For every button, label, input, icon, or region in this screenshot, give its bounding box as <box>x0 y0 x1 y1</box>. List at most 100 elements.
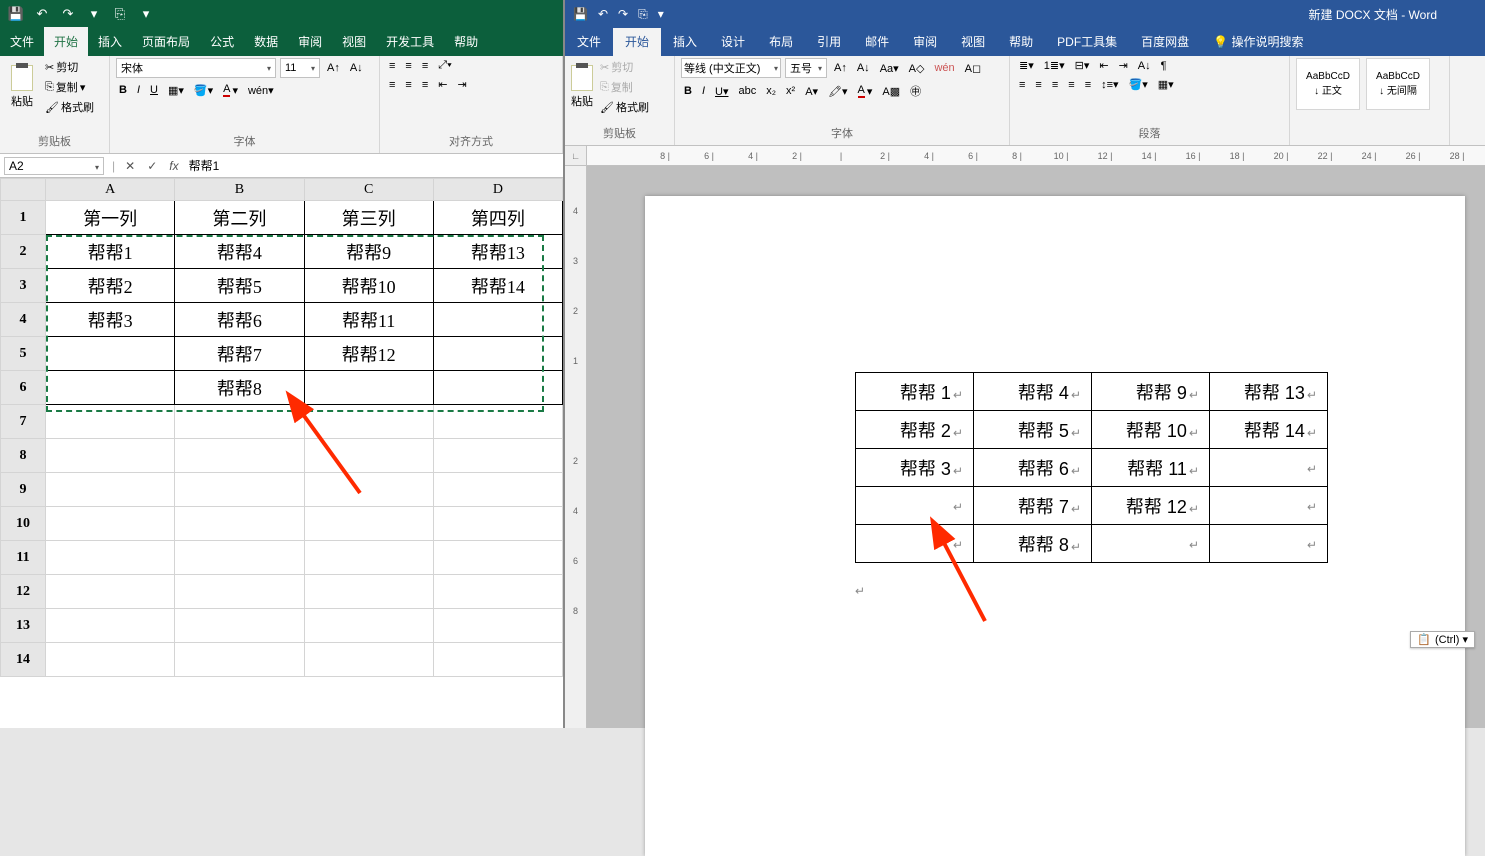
select-all-corner[interactable] <box>1 179 46 201</box>
orientation-icon[interactable]: ⤢▾ <box>435 58 454 73</box>
align-mid-icon[interactable]: ≡ <box>402 59 414 73</box>
col-header[interactable]: A <box>46 179 175 201</box>
row-header[interactable]: 4 <box>1 303 46 337</box>
distribute-icon[interactable]: ≡ <box>1082 78 1094 92</box>
cell[interactable] <box>46 575 175 609</box>
cancel-icon[interactable]: ✕ <box>119 159 141 173</box>
cell[interactable] <box>46 643 175 677</box>
qat-custom-icon[interactable]: ⎘ <box>112 6 128 22</box>
highlight-icon[interactable]: 🖍▾ <box>825 84 851 99</box>
word-cell[interactable]: 帮帮 7↵ <box>974 487 1092 525</box>
tab-help[interactable]: 帮助 <box>997 27 1045 56</box>
col-header[interactable]: C <box>304 179 433 201</box>
word-cell[interactable]: 帮帮 4↵ <box>974 373 1092 411</box>
phonetic-button[interactable]: wén▾ <box>245 83 277 98</box>
cell[interactable] <box>175 473 304 507</box>
cell[interactable] <box>175 439 304 473</box>
cell[interactable] <box>175 541 304 575</box>
shrink-font-icon[interactable]: A↓ <box>854 61 873 75</box>
redo-icon[interactable]: ↷ <box>60 6 76 22</box>
tab-insert[interactable]: 插入 <box>88 27 132 56</box>
qat-more-icon[interactable]: ▾ <box>86 6 102 22</box>
formula-input[interactable]: 帮帮1 <box>185 157 563 174</box>
paste-button[interactable]: 粘贴 <box>6 65 38 109</box>
cell[interactable] <box>433 473 562 507</box>
cell[interactable] <box>46 473 175 507</box>
copy-button[interactable]: ⎘ 复制 <box>597 78 652 96</box>
border-button[interactable]: ▦▾ <box>165 83 187 98</box>
align-right-icon[interactable]: ≡ <box>419 78 431 92</box>
cell[interactable] <box>433 507 562 541</box>
style-normal[interactable]: AaBbCcD ↓ 正文 <box>1296 58 1360 110</box>
strike-button[interactable]: abc <box>735 84 759 98</box>
undo-icon[interactable]: ↶ <box>34 6 50 22</box>
bold-button[interactable]: B <box>116 83 130 97</box>
tab-layout[interactable]: 布局 <box>757 27 805 56</box>
tab-baidu[interactable]: 百度网盘 <box>1129 27 1201 56</box>
font-color-icon[interactable]: A▾ <box>855 83 876 99</box>
style-nospacing[interactable]: AaBbCcD ↓ 无间隔 <box>1366 58 1430 110</box>
cell[interactable] <box>433 439 562 473</box>
font-name-select[interactable]: 宋体 <box>116 58 276 78</box>
col-header[interactable]: B <box>175 179 304 201</box>
tab-file[interactable]: 文件 <box>565 27 613 56</box>
cell[interactable] <box>433 609 562 643</box>
word-cell[interactable]: ↵ <box>1210 487 1328 525</box>
align-left-icon[interactable]: ≡ <box>386 78 398 92</box>
save-icon[interactable]: 💾 <box>8 6 24 22</box>
redo-icon[interactable]: ↷ <box>618 7 628 21</box>
vertical-ruler[interactable]: 43212468 <box>565 166 587 728</box>
row-header[interactable]: 14 <box>1 643 46 677</box>
bullets-icon[interactable]: ≣▾ <box>1016 58 1037 73</box>
font-name-select[interactable]: 等线 (中文正文) <box>681 58 781 78</box>
row-header[interactable]: 1 <box>1 201 46 235</box>
tab-developer[interactable]: 开发工具 <box>376 27 444 56</box>
cell[interactable]: 第三列 <box>304 201 433 235</box>
word-cell[interactable]: 帮帮 11↵ <box>1092 449 1210 487</box>
enclose-char-icon[interactable]: ㊥ <box>907 82 924 100</box>
word-cell[interactable]: 帮帮 14↵ <box>1210 411 1328 449</box>
row-header[interactable]: 13 <box>1 609 46 643</box>
cell[interactable] <box>46 507 175 541</box>
qat-custom-icon[interactable]: ⎘ <box>638 7 648 22</box>
word-cell[interactable]: 帮帮 3↵ <box>856 449 974 487</box>
row-header[interactable]: 9 <box>1 473 46 507</box>
word-cell[interactable]: 帮帮 1↵ <box>856 373 974 411</box>
save-icon[interactable]: 💾 <box>573 7 588 21</box>
tab-layout[interactable]: 页面布局 <box>132 27 200 56</box>
fill-color-button[interactable]: 🪣▾ <box>191 83 216 98</box>
showmarks-icon[interactable]: ¶ <box>1158 59 1170 73</box>
italic-button[interactable]: I <box>699 84 708 98</box>
change-case-icon[interactable]: Aa▾ <box>877 61 902 76</box>
word-cell[interactable]: ↵ <box>1092 525 1210 563</box>
row-header[interactable]: 3 <box>1 269 46 303</box>
dec-indent-icon[interactable]: ⇤ <box>1096 58 1111 73</box>
align-center-icon[interactable]: ≡ <box>1032 78 1044 92</box>
row-header[interactable]: 7 <box>1 405 46 439</box>
text-effects-icon[interactable]: A▾ <box>802 84 821 99</box>
row-header[interactable]: 12 <box>1 575 46 609</box>
cell[interactable] <box>433 575 562 609</box>
row-header[interactable]: 10 <box>1 507 46 541</box>
cell[interactable] <box>304 541 433 575</box>
phonetic-icon[interactable]: wén <box>931 61 957 75</box>
inc-indent-icon[interactable]: ⇥ <box>1116 58 1131 73</box>
underline-button[interactable]: U <box>147 83 161 97</box>
line-spacing-icon[interactable]: ↕≡▾ <box>1098 77 1121 92</box>
cell[interactable] <box>175 507 304 541</box>
cell[interactable] <box>304 643 433 677</box>
font-size-select[interactable]: 11 <box>280 58 320 78</box>
cell[interactable]: 第四列 <box>433 201 562 235</box>
char-border-icon[interactable]: A◻ <box>962 61 984 76</box>
qat-dropdown-icon[interactable]: ▾ <box>138 6 154 22</box>
cell[interactable] <box>304 575 433 609</box>
format-painter-button[interactable]: 🖌 格式刷 <box>597 98 652 116</box>
cell[interactable]: 第二列 <box>175 201 304 235</box>
tell-me-search[interactable]: 💡 操作说明搜索 <box>1201 27 1315 56</box>
align-bot-icon[interactable]: ≡ <box>419 59 431 73</box>
clear-format-icon[interactable]: A◇ <box>906 61 928 76</box>
cell[interactable] <box>304 609 433 643</box>
superscript-icon[interactable]: x² <box>783 84 798 98</box>
italic-button[interactable]: I <box>134 83 143 97</box>
paste-button[interactable]: 粘贴 <box>571 65 593 109</box>
